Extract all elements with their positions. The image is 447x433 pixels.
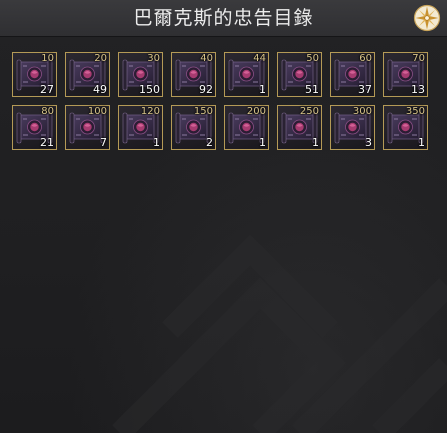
item-quantity: 21 [40,136,54,149]
item-slot[interactable]: 200 1 [224,105,269,150]
item-quantity: 150 [139,83,160,96]
item-quantity: 92 [199,83,213,96]
item-tier-label: 70 [412,53,425,64]
item-tier-label: 100 [87,106,107,117]
item-quantity: 1 [312,136,319,149]
item-tier-label: 80 [41,106,54,117]
item-tier-label: 150 [193,106,213,117]
compass-star-icon[interactable] [413,4,441,32]
item-tier-label: 40 [200,53,213,64]
item-slot[interactable]: 150 2 [171,105,216,150]
item-quantity: 1 [259,136,266,149]
item-slot[interactable]: 300 3 [330,105,375,150]
item-slot[interactable]: 30 150 [118,52,163,97]
title-bar: 巴爾克斯的忠告目錄 [0,0,447,37]
item-slot[interactable]: 120 1 [118,105,163,150]
item-tier-label: 10 [41,53,54,64]
item-grid: 10 27 20 49 30 150 40 92 44 1 50 51 60 37 70 13 80 21 100 7… [12,52,428,150]
item-slot[interactable]: 350 1 [383,105,428,150]
item-quantity: 51 [305,83,319,96]
catalog-window: 巴爾克斯的忠告目錄 10 27 20 49 30 150 40 92 44 1 50 51 60 37 70… [0,0,447,433]
item-tier-label: 300 [352,106,372,117]
item-slot[interactable]: 100 7 [65,105,110,150]
item-slot[interactable]: 80 21 [12,105,57,150]
item-tier-label: 200 [246,106,266,117]
item-quantity: 1 [418,136,425,149]
item-quantity: 37 [358,83,372,96]
item-tier-label: 60 [359,53,372,64]
item-quantity: 13 [411,83,425,96]
item-tier-label: 120 [140,106,160,117]
item-tier-label: 250 [299,106,319,117]
item-tier-label: 30 [147,53,160,64]
item-slot[interactable]: 10 27 [12,52,57,97]
item-quantity: 49 [93,83,107,96]
item-slot[interactable]: 44 1 [224,52,269,97]
item-quantity: 2 [206,136,213,149]
item-quantity: 1 [259,83,266,96]
item-slot[interactable]: 40 92 [171,52,216,97]
item-quantity: 27 [40,83,54,96]
item-tier-label: 44 [253,53,266,64]
item-tier-label: 50 [306,53,319,64]
item-quantity: 3 [365,136,372,149]
item-slot[interactable]: 70 13 [383,52,428,97]
window-title: 巴爾克斯的忠告目錄 [133,7,314,29]
item-quantity: 1 [153,136,160,149]
item-tier-label: 350 [405,106,425,117]
item-slot[interactable]: 50 51 [277,52,322,97]
item-tier-label: 20 [94,53,107,64]
item-slot[interactable]: 250 1 [277,105,322,150]
item-slot[interactable]: 60 37 [330,52,375,97]
item-slot[interactable]: 20 49 [65,52,110,97]
item-quantity: 7 [100,136,107,149]
